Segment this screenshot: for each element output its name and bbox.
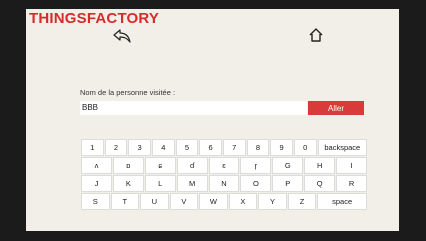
keyboard-row: J K L M N O P Q R <box>81 175 368 192</box>
key[interactable]: 7 <box>222 139 246 156</box>
key[interactable]: Z <box>287 193 317 210</box>
visitee-name-label: Nom de la personne visitée : <box>80 88 176 97</box>
key[interactable]: T <box>110 193 140 210</box>
key[interactable]: P <box>272 175 304 192</box>
backspace-key[interactable]: backspace <box>317 139 368 156</box>
key[interactable]: ɛ <box>208 157 240 174</box>
key[interactable]: ɒ <box>112 157 144 174</box>
key[interactable]: J <box>81 175 112 192</box>
space-key[interactable]: space <box>317 193 367 210</box>
key[interactable]: ɕ <box>144 157 176 174</box>
key[interactable]: ʌ <box>81 157 112 174</box>
key[interactable]: G <box>272 157 304 174</box>
key[interactable]: N <box>208 175 240 192</box>
visitee-name-input[interactable]: BBB <box>80 101 307 115</box>
keyboard-row: 1 2 3 4 5 6 7 8 9 0 backspace <box>81 139 368 156</box>
go-button[interactable]: Aller <box>308 101 364 115</box>
key[interactable]: W <box>199 193 228 210</box>
key[interactable]: 9 <box>270 139 293 156</box>
key[interactable]: ɼ <box>240 157 272 174</box>
key[interactable]: 0 <box>293 139 317 156</box>
key[interactable]: R <box>336 175 368 192</box>
back-arrow-icon[interactable] <box>113 29 131 47</box>
key[interactable]: H <box>304 157 336 174</box>
key[interactable]: 1 <box>81 139 104 156</box>
key[interactable]: L <box>144 175 176 192</box>
key[interactable]: M <box>176 175 208 192</box>
keyboard-row: S T U V W X Y Z space <box>81 193 367 210</box>
key[interactable]: Y <box>258 193 287 210</box>
key[interactable]: S <box>81 193 110 210</box>
key[interactable]: ɗ <box>176 157 208 174</box>
key[interactable]: 6 <box>199 139 222 156</box>
key[interactable]: I <box>336 157 368 174</box>
key[interactable]: 2 <box>104 139 128 156</box>
key[interactable]: 8 <box>246 139 270 156</box>
home-icon[interactable] <box>309 28 323 46</box>
brand-logo: THINGSFACTORY <box>29 10 160 27</box>
key[interactable]: U <box>140 193 169 210</box>
key[interactable]: V <box>169 193 199 210</box>
keyboard-row: ʌ ɒ ɕ ɗ ɛ ɼ G H I <box>81 157 368 174</box>
key[interactable]: 5 <box>175 139 199 156</box>
key[interactable]: 3 <box>128 139 151 156</box>
kiosk-screen: THINGSFACTORY Nom de la personne visitée… <box>26 9 399 231</box>
key[interactable]: Q <box>304 175 336 192</box>
key[interactable]: 4 <box>151 139 175 156</box>
on-screen-keyboard: 1 2 3 4 5 6 7 8 9 0 backspace ʌ ɒ ɕ ɗ ɛ … <box>81 139 368 211</box>
key[interactable]: K <box>112 175 144 192</box>
key[interactable]: O <box>240 175 272 192</box>
key[interactable]: X <box>228 193 258 210</box>
